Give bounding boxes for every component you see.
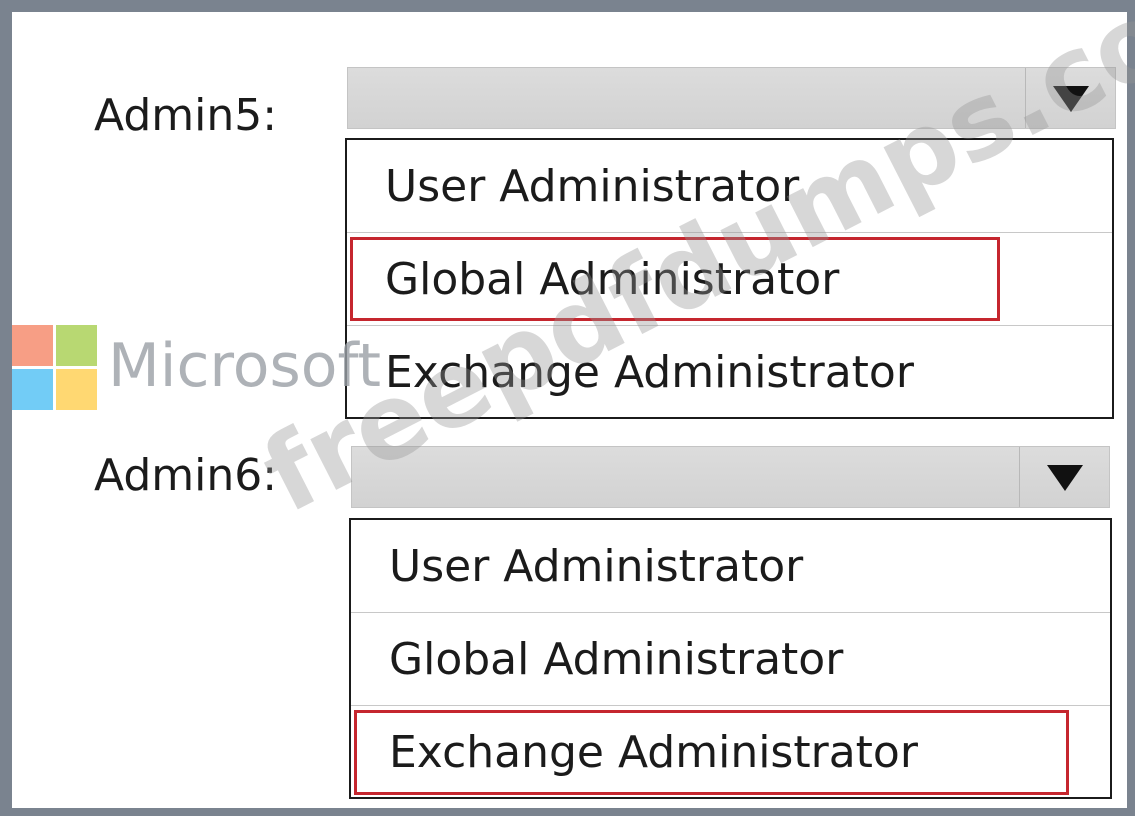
answer-area: Admin5: User Administrator Global Admini…	[0, 0, 1135, 816]
admin5-dropdown-toggle[interactable]	[1025, 68, 1115, 128]
admin6-option-user-administrator[interactable]: User Administrator	[351, 520, 1110, 613]
chevron-down-icon	[1047, 465, 1083, 491]
admin5-options: User Administrator Global Administrator …	[345, 138, 1114, 419]
admin5-option-user-administrator[interactable]: User Administrator	[347, 140, 1112, 233]
admin6-label: Admin6:	[94, 450, 278, 501]
admin6-option-global-administrator[interactable]: Global Administrator	[351, 613, 1110, 706]
admin5-dropdown[interactable]	[347, 67, 1116, 129]
admin6-dropdown[interactable]	[351, 446, 1110, 508]
admin5-label: Admin5:	[94, 90, 278, 141]
admin5-option-exchange-administrator[interactable]: Exchange Administrator	[347, 326, 1112, 419]
microsoft-watermark-text: Microsoft	[108, 331, 382, 401]
chevron-down-icon	[1053, 86, 1089, 112]
admin5-option-global-administrator[interactable]: Global Administrator	[347, 233, 1112, 326]
admin6-dropdown-toggle[interactable]	[1019, 447, 1109, 507]
microsoft-logo-icon	[12, 325, 97, 410]
admin6-options: User Administrator Global Administrator …	[349, 518, 1112, 799]
admin6-option-exchange-administrator[interactable]: Exchange Administrator	[351, 706, 1110, 799]
